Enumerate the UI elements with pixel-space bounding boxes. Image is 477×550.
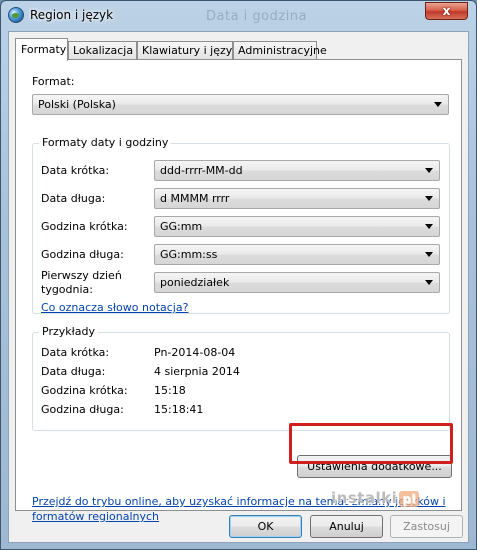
example-short-time-label: Godzina krótka: [41, 384, 128, 397]
chevron-down-icon [425, 168, 433, 173]
example-long-time-label: Godzina długa: [41, 403, 124, 416]
tab-formats[interactable]: Formaty [15, 38, 68, 61]
close-icon: x [442, 4, 451, 18]
datetime-formats-group: Formaty daty i godziny Data krótka: ddd-… [32, 136, 450, 314]
watermark-text: instalki [331, 489, 398, 507]
highlight-annotation [289, 423, 453, 464]
chevron-down-icon [425, 196, 433, 201]
long-date-select[interactable]: d MMMM rrrr [154, 188, 440, 209]
format-select-value: Polski (Polska) [38, 98, 116, 111]
apply-button[interactable]: Zastosuj [390, 515, 463, 538]
short-date-label: Data krótka: [41, 164, 110, 177]
long-time-value: GG:mm:ss [160, 248, 218, 261]
watermark: instalki pl [331, 486, 420, 510]
tab-location[interactable]: Lokalizacja [68, 41, 137, 60]
example-short-time-value: 15:18 [154, 384, 186, 397]
window-title: Region i język [30, 8, 114, 22]
examples-group: Przykłady Data krótka: Pn-2014-08-04 Dat… [32, 325, 450, 431]
short-time-select[interactable]: GG:mm [154, 216, 440, 237]
close-button[interactable]: x [425, 2, 468, 20]
format-label: Format: [32, 75, 75, 88]
title-bar[interactable]: Region i język Data i godzina x [1, 1, 476, 31]
cancel-button[interactable]: Anuluj [310, 515, 383, 538]
dialog-client-area: Formaty Lokalizacja Klawiatury i języki … [8, 31, 469, 543]
short-date-value: ddd-rrrr-MM-dd [160, 164, 243, 177]
first-day-value: poniedziałek [160, 276, 230, 289]
notation-help-link[interactable]: Co oznacza słowo notacja? [41, 301, 188, 314]
short-time-value: GG:mm [160, 220, 203, 233]
example-long-date-label: Data długa: [41, 365, 106, 378]
example-short-date-value: Pn-2014-08-04 [154, 346, 236, 359]
long-date-label: Data długa: [41, 192, 106, 205]
examples-title: Przykłady [39, 325, 98, 338]
tab-administrative[interactable]: Administracyjne [233, 41, 327, 60]
background-window-title: Data i godzina [206, 9, 308, 24]
chevron-down-icon [425, 224, 433, 229]
short-time-label: Godzina krótka: [41, 220, 128, 233]
chevron-down-icon [425, 252, 433, 257]
watermark-suffix: pl [399, 490, 420, 507]
ok-button[interactable]: OK [229, 515, 302, 538]
example-long-time-value: 15:18:41 [154, 403, 204, 416]
example-short-date-label: Data krótka: [41, 346, 110, 359]
first-day-select[interactable]: poniedziałek [154, 272, 440, 293]
datetime-formats-title: Formaty daty i godziny [39, 136, 172, 149]
chevron-down-icon [434, 102, 442, 107]
example-long-date-value: 4 sierpnia 2014 [154, 365, 240, 378]
dialog-window: Region i język Data i godzina x Formaty … [0, 0, 477, 550]
chevron-down-icon [425, 280, 433, 285]
first-day-label: Pierwszy dzień tygodnia: [41, 269, 122, 296]
long-date-value: d MMMM rrrr [160, 192, 230, 205]
long-time-select[interactable]: GG:mm:ss [154, 244, 440, 265]
tab-keyboards-languages[interactable]: Klawiatury i języki [137, 41, 242, 60]
globe-icon [8, 7, 24, 23]
format-select[interactable]: Polski (Polska) [32, 94, 449, 115]
long-time-label: Godzina długa: [41, 248, 124, 261]
short-date-select[interactable]: ddd-rrrr-MM-dd [154, 160, 440, 181]
